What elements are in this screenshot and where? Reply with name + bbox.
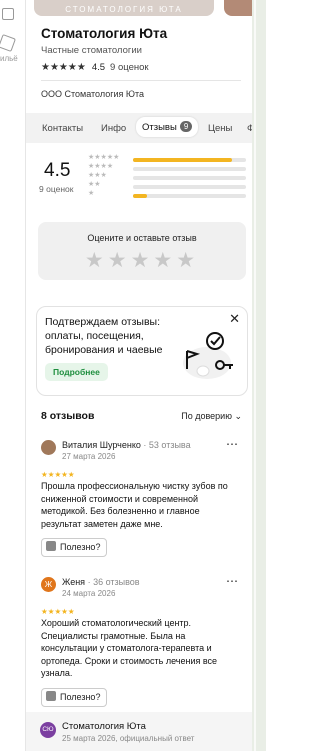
- owner-reply-name: Стоматология Юта: [62, 721, 146, 732]
- reviews-count-title: 8 отзывов: [41, 410, 95, 422]
- review-author-name: Виталия Шурченко: [62, 440, 141, 450]
- rate-prompt-title: Оцените и оставьте отзыв: [87, 233, 197, 243]
- divider: [41, 80, 241, 81]
- bar-stars-icon: ★★: [88, 181, 101, 188]
- useful-button[interactable]: Полезно?: [41, 538, 108, 557]
- org-category[interactable]: Частные стоматологии: [41, 45, 142, 56]
- photo-caption: СТОМАТОЛОГИЯ ЮТА: [65, 5, 183, 14]
- rating-bar-2: ★★: [88, 181, 248, 190]
- bar-stars-icon: ★★★: [88, 172, 107, 179]
- tab-reviews[interactable]: Отзывы 9: [136, 117, 199, 137]
- rating-count: 9 оценок: [110, 62, 149, 73]
- review-author[interactable]: Женя · 36 отзывов: [62, 577, 140, 587]
- map-area[interactable]: [252, 0, 266, 751]
- more-options-icon[interactable]: ⋯: [226, 437, 238, 451]
- review-author-name: Женя: [62, 577, 86, 587]
- bar-stars-icon: ★: [88, 190, 95, 197]
- review-date: 27 марта 2026: [62, 452, 116, 461]
- rating-bar-1: ★: [88, 190, 248, 199]
- org-photo-secondary[interactable]: [224, 0, 252, 16]
- bar-fill: [133, 194, 147, 198]
- review-author[interactable]: Виталия Шурченко · 53 отзыва: [62, 440, 191, 450]
- review-stars-icon: ★★★★★: [41, 607, 75, 616]
- reviews-count-badge: 9: [179, 121, 193, 132]
- tab-photos[interactable]: Фо: [247, 123, 252, 134]
- verification-promo: Подтверждаем отзывы: оплаты, посещения, …: [36, 306, 248, 396]
- rate-stars-input[interactable]: ★★★★★: [38, 248, 246, 273]
- promo-illustration-icon: [183, 332, 233, 379]
- review-text: Прошла профессиональную чистку зубов по …: [41, 481, 228, 529]
- rate-prompt: Оцените и оставьте отзыв ★★★★★: [38, 222, 246, 280]
- avatar[interactable]: [41, 440, 56, 455]
- organization-card: СТОМАТОЛОГИЯ ЮТА Стоматология Юта Частны…: [26, 0, 252, 751]
- rating-bar-3: ★★★: [88, 172, 248, 181]
- useful-label: Полезно?: [60, 692, 101, 702]
- review-stars-icon: ★★★★★: [41, 470, 75, 479]
- org-rating[interactable]: ★★★★★ 4.5 9 оценок: [41, 62, 149, 73]
- tab-prices[interactable]: Цены: [208, 123, 232, 134]
- left-toolbar: ильё: [0, 0, 26, 751]
- useful-label: Полезно?: [60, 542, 101, 552]
- review-author-count: 53 отзыва: [148, 440, 191, 450]
- tab-reviews-label: Отзывы: [142, 122, 177, 133]
- owner-reply: СЮ Стоматология Юта 25 марта 2026, офици…: [26, 712, 252, 751]
- legal-name: ООО Стоматология Юта: [41, 89, 145, 99]
- tab-info[interactable]: Инфо: [101, 123, 126, 134]
- bookmark-icon[interactable]: [0, 34, 16, 52]
- score-value: 4.5: [44, 160, 71, 181]
- toolbar-icon[interactable]: [2, 8, 14, 20]
- bar-stars-icon: ★★★★★: [88, 154, 120, 161]
- tabs-bar: Контакты Инфо Отзывы9 Цены Фо: [26, 113, 252, 143]
- thumbs-up-icon: [46, 541, 56, 551]
- toolbar-label: ильё: [0, 54, 18, 63]
- avatar: СЮ: [40, 722, 56, 738]
- review-author-count: 36 отзывов: [93, 577, 140, 587]
- promo-text: Подтверждаем отзывы: оплаты, посещения, …: [45, 316, 163, 356]
- promo-more-button[interactable]: Подробнее: [45, 363, 108, 381]
- tab-contacts[interactable]: Контакты: [42, 123, 83, 134]
- review-date: 24 марта 2026: [62, 589, 116, 598]
- owner-reply-date: 25 марта 2026, официальный ответ: [62, 734, 195, 743]
- review-text: Хороший стоматологический центр. Специал…: [41, 618, 218, 678]
- score-count: 9 оценок: [39, 184, 74, 194]
- sort-dropdown[interactable]: По доверию ⌄: [181, 411, 242, 422]
- avatar[interactable]: Ж: [41, 577, 56, 592]
- useful-button[interactable]: Полезно?: [41, 688, 108, 707]
- org-photo[interactable]: СТОМАТОЛОГИЯ ЮТА: [34, 0, 214, 16]
- rating-stars-icon: ★★★★★: [41, 62, 86, 73]
- more-options-icon[interactable]: ⋯: [226, 574, 238, 588]
- bar-fill: [133, 158, 233, 162]
- thumbs-up-icon: [46, 691, 56, 701]
- close-icon[interactable]: ✕: [229, 311, 240, 327]
- rating-bar-4: ★★★★: [88, 163, 248, 172]
- rating-value: 4.5: [91, 62, 106, 73]
- bar-stars-icon: ★★★★: [88, 163, 114, 170]
- org-title: Стоматология Юта: [41, 26, 168, 41]
